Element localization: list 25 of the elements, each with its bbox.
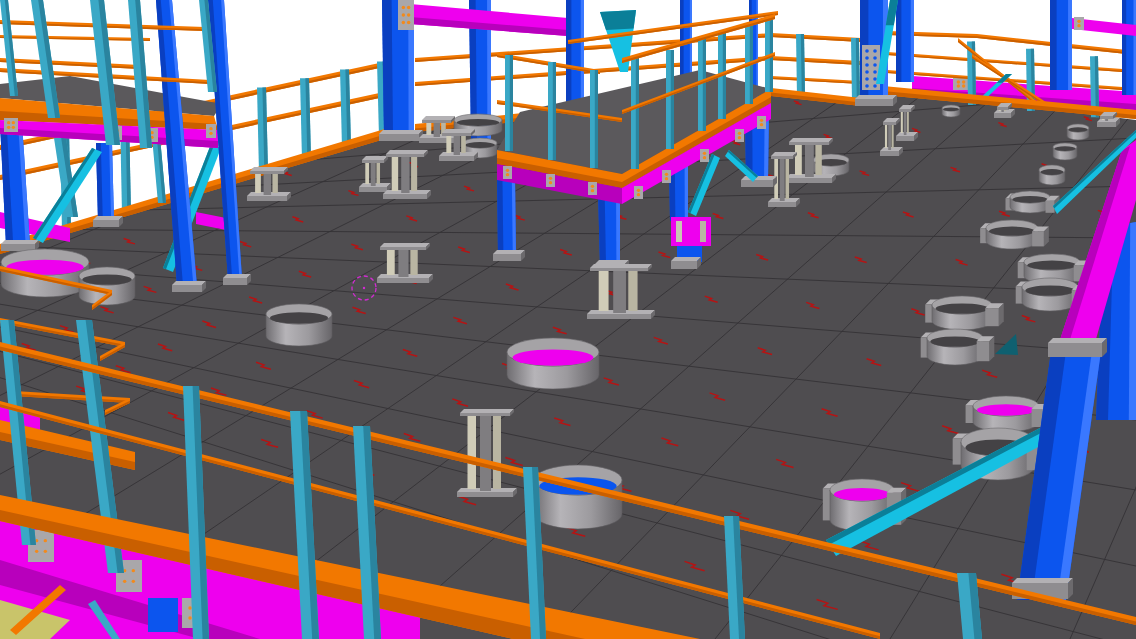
pipe-sleeve — [1066, 123, 1090, 141]
diagonal-strut — [10, 585, 66, 635]
steel-beam — [1072, 17, 1136, 36]
support-bracket — [880, 118, 903, 156]
support-bracket — [587, 264, 655, 319]
support-bracket — [377, 243, 433, 283]
support-bracket — [1097, 112, 1120, 127]
dashed-circle-icon — [351, 275, 377, 301]
support-bracket — [439, 129, 478, 161]
diagonal-strut — [88, 600, 120, 639]
support-bracket — [994, 103, 1015, 118]
pipe-sleeve — [941, 104, 961, 118]
support-bracket — [896, 105, 918, 141]
support-bracket — [247, 167, 291, 201]
pipe-sleeve — [1052, 142, 1078, 161]
beam-stub — [671, 217, 711, 269]
pipe-sleeve — [980, 219, 1049, 250]
pipe-sleeve — [1005, 190, 1060, 214]
column-section — [148, 598, 178, 632]
steel-beam — [196, 212, 226, 230]
triangle-icon — [995, 334, 1018, 355]
diagonal-brace — [725, 150, 758, 182]
pipe-sleeve — [265, 303, 333, 347]
railing-post — [957, 573, 982, 639]
pipe-sleeve — [1038, 164, 1066, 186]
